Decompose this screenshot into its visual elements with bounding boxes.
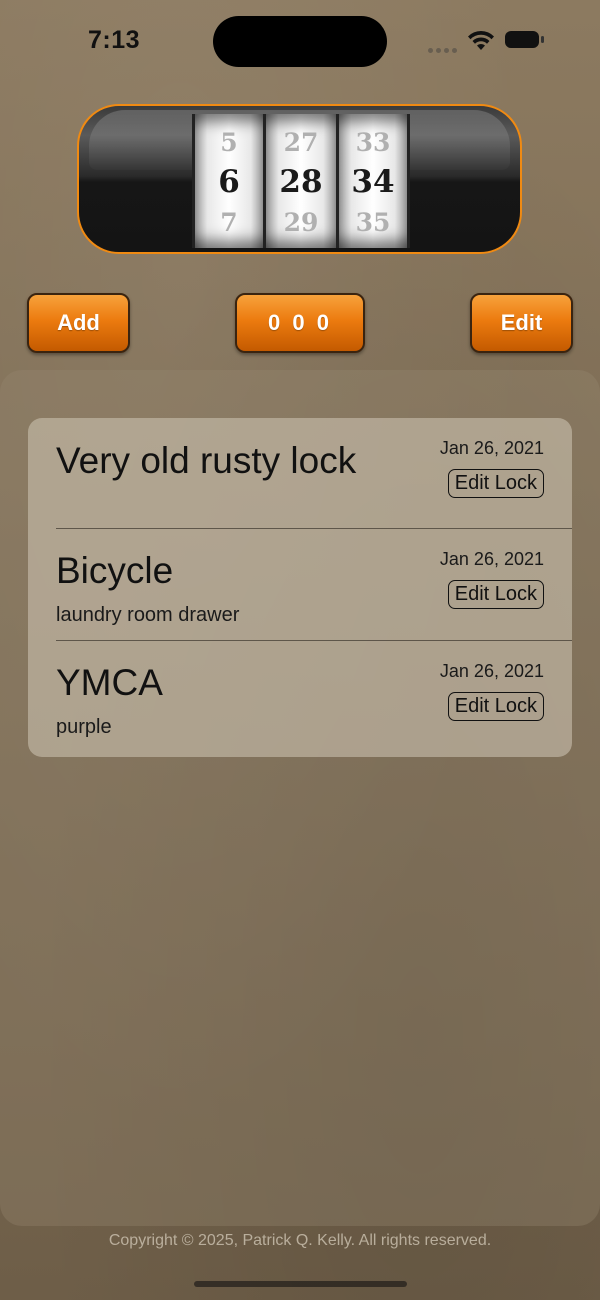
reel-3-next-number: 35 [355, 208, 391, 237]
lock-name: YMCA [56, 662, 163, 703]
dial-reel-3[interactable]: 33 34 35 [336, 114, 410, 248]
edit-lock-button[interactable]: Edit Lock [447, 692, 544, 721]
battery-cap [541, 36, 544, 43]
list-item[interactable]: YMCA purple Jan 26, 2021 Edit Lock [28, 641, 572, 757]
edit-button[interactable]: Edit [470, 293, 573, 353]
lock-name: Bicycle [56, 550, 174, 591]
reel-1-next-number: 7 [220, 208, 238, 237]
dial-reel-1[interactable]: 5 6 7 [192, 114, 266, 248]
dynamic-island [213, 16, 387, 67]
reel-1-prev-number: 5 [220, 128, 238, 157]
cellular-signal-icon [428, 40, 460, 58]
edit-lock-button[interactable]: Edit Lock [447, 580, 544, 609]
lock-note: laundry room drawer [56, 604, 240, 626]
list-item[interactable]: Bicycle laundry room drawer Jan 26, 2021… [28, 529, 572, 641]
list-item[interactable]: Very old rusty lock Jan 26, 2021 Edit Lo… [28, 418, 572, 529]
reel-3-current-number: 34 [351, 164, 395, 200]
combination-dial[interactable]: 5 6 7 27 28 29 33 34 35 [77, 104, 522, 254]
lock-name: Very old rusty lock [56, 440, 357, 481]
reel-2-next-number: 29 [283, 208, 319, 237]
copyright-text: Copyright © 2025, Patrick Q. Kelly. All … [108, 1232, 492, 1249]
combination-reset-button[interactable]: 0 0 0 [235, 293, 365, 353]
dial-reel-2[interactable]: 27 28 29 [263, 114, 339, 248]
reel-1-current-number: 6 [218, 164, 240, 200]
battery-icon [505, 31, 539, 48]
lock-date: Jan 26, 2021 [439, 549, 544, 569]
lock-note: purple [56, 716, 112, 738]
reel-2-current-number: 28 [279, 164, 323, 200]
edit-lock-button[interactable]: Edit Lock [447, 469, 544, 498]
home-indicator[interactable] [194, 1281, 407, 1287]
reel-3-prev-number: 33 [355, 128, 391, 157]
reel-2-prev-number: 27 [283, 128, 319, 157]
status-time: 7:13 [88, 26, 141, 54]
lock-date: Jan 26, 2021 [439, 438, 544, 458]
wifi-icon [468, 30, 494, 50]
status-bar: 7:13 [0, 0, 600, 80]
add-button[interactable]: Add [27, 293, 130, 353]
lock-date: Jan 26, 2021 [439, 661, 544, 681]
locks-list: Very old rusty lock Jan 26, 2021 Edit Lo… [28, 418, 572, 757]
